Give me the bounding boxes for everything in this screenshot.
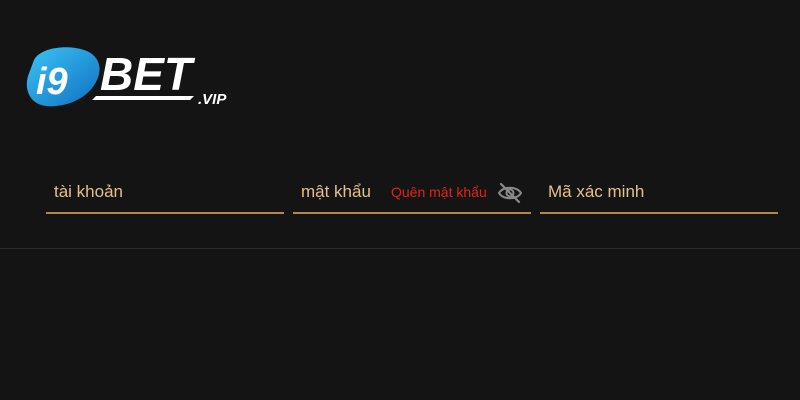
captcha-input[interactable] xyxy=(540,172,778,212)
brand-logo[interactable]: i9 BET .VIP xyxy=(22,42,262,114)
header-divider xyxy=(0,248,800,249)
captcha-field-wrapper xyxy=(540,172,778,214)
eye-off-icon[interactable] xyxy=(497,182,523,204)
svg-text:i9: i9 xyxy=(36,61,68,103)
login-form: Quên mật khẩu xyxy=(46,172,778,216)
username-input[interactable] xyxy=(46,172,284,212)
svg-text:BET: BET xyxy=(100,48,196,100)
password-field-wrapper: Quên mật khẩu xyxy=(293,172,531,214)
username-field-wrapper xyxy=(46,172,284,214)
forgot-password-link[interactable]: Quên mật khẩu xyxy=(391,184,487,200)
svg-text:.VIP: .VIP xyxy=(198,91,227,108)
login-page: i9 BET .VIP Quên mật khẩu xyxy=(0,0,800,400)
